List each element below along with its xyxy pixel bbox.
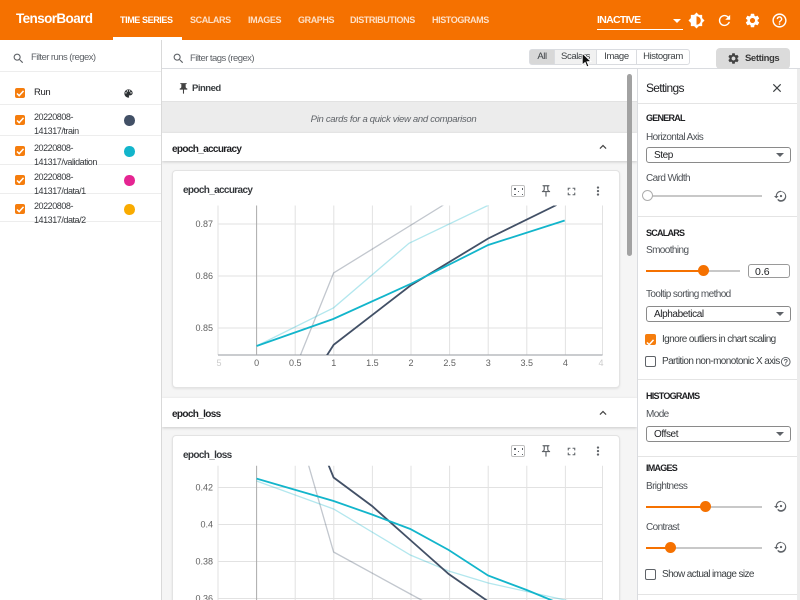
svg-text:0.38: 0.38 xyxy=(195,557,213,567)
svg-text:1.5: 1.5 xyxy=(366,358,379,368)
svg-text:4: 4 xyxy=(563,358,568,368)
svg-text:0.42: 0.42 xyxy=(195,483,213,493)
svg-text:5: 5 xyxy=(216,358,221,368)
svg-text:2: 2 xyxy=(408,358,413,368)
svg-text:0.85: 0.85 xyxy=(195,323,213,333)
svg-text:0.5: 0.5 xyxy=(289,358,302,368)
svg-text:0.4: 0.4 xyxy=(200,520,213,530)
svg-text:3: 3 xyxy=(486,358,491,368)
svg-text:1: 1 xyxy=(331,358,336,368)
svg-text:2.5: 2.5 xyxy=(443,358,456,368)
svg-text:0.87: 0.87 xyxy=(195,219,213,229)
svg-text:3.5: 3.5 xyxy=(521,358,534,368)
svg-text:0.36: 0.36 xyxy=(195,594,213,600)
svg-text:0.86: 0.86 xyxy=(195,271,213,281)
svg-text:4: 4 xyxy=(598,358,603,368)
svg-text:0: 0 xyxy=(254,358,259,368)
